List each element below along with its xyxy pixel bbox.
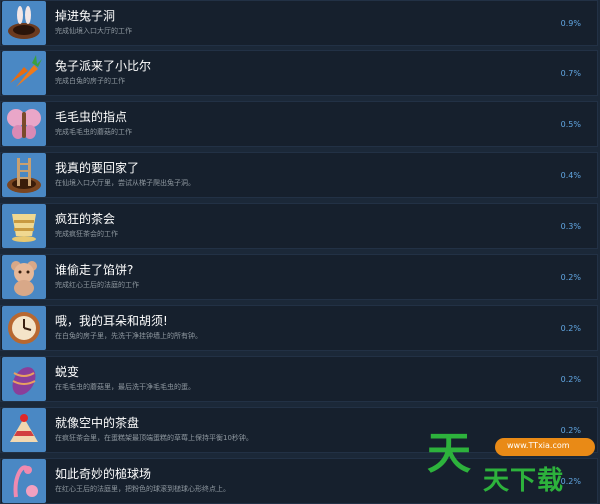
achievement-desc: 完成白兔的房子的工作 <box>55 77 125 85</box>
teacup-icon <box>2 204 46 248</box>
unlock-percent: 0.3% <box>560 221 581 231</box>
achievement-row[interactable]: 蜕变 在毛毛虫的蘑菇里，最后洗干净毛毛虫的蛋。 0.2% <box>0 356 598 402</box>
flamingo-icon <box>2 459 46 503</box>
cake-icon <box>2 408 46 452</box>
achievement-row[interactable]: 哦，我的耳朵和胡须! 在白兔的房子里，先洗干净挂钟墙上的所有钟。 0.2% <box>0 305 598 351</box>
unlock-percent: 0.9% <box>560 18 581 28</box>
butterfly-icon <box>2 102 46 146</box>
achievement-row[interactable]: 疯狂的茶会 完成疯狂茶会的工作 0.3% <box>0 203 598 249</box>
unlock-percent: 0.5% <box>560 119 581 129</box>
achievement-desc: 完成毛毛虫的蘑菇的工作 <box>55 128 132 136</box>
achievement-row[interactable]: 毛毛虫的指点 完成毛毛虫的蘑菇的工作 0.5% <box>0 101 598 147</box>
carrot-icon <box>2 51 46 95</box>
achievement-desc: 在白兔的房子里，先洗干净挂钟墙上的所有钟。 <box>55 332 202 340</box>
clock-icon <box>2 306 46 350</box>
achievement-title: 疯狂的茶会 <box>55 212 116 226</box>
watermark-logo-char: 天 <box>427 428 471 479</box>
unlock-percent: 0.2% <box>560 374 581 384</box>
achievement-title: 掉进兔子洞 <box>55 9 116 23</box>
achievement-title: 谁偷走了馅饼? <box>55 263 134 277</box>
achievement-desc: 完成仙境入口大厅的工作 <box>55 27 132 35</box>
teddy-icon <box>2 255 46 299</box>
achievement-desc: 在毛毛虫的蘑菇里，最后洗干净毛毛虫的蛋。 <box>55 383 195 391</box>
achievement-title: 兔子派来了小比尔 <box>55 59 152 73</box>
achievement-title: 蜕变 <box>55 365 80 379</box>
achievement-desc: 完成红心王后的法庭的工作 <box>55 281 139 289</box>
achievement-title: 哦，我的耳朵和胡须! <box>55 314 168 328</box>
achievement-title: 毛毛虫的指点 <box>55 110 128 124</box>
unlock-percent: 0.7% <box>560 68 581 78</box>
achievement-row[interactable]: 我真的要回家了 在仙境入口大厅里，尝试从梯子爬出兔子洞。 0.4% <box>0 152 598 198</box>
unlock-percent: 0.2% <box>560 323 581 333</box>
achievement-desc: 完成疯狂茶会的工作 <box>55 230 118 238</box>
achievement-row[interactable]: 兔子派来了小比尔 完成白兔的房子的工作 0.7% <box>0 50 598 96</box>
unlock-percent: 0.4% <box>560 170 581 180</box>
site-watermark: www.TTxia.com 天 天下载 <box>425 424 600 504</box>
achievement-title: 我真的要回家了 <box>55 161 140 175</box>
achievement-desc: 在仙境入口大厅里，尝试从梯子爬出兔子洞。 <box>55 179 195 187</box>
watermark-logo-text: 天下载 <box>483 466 565 496</box>
watermark-url: www.TTxia.com <box>507 441 570 450</box>
cocoon-icon <box>2 357 46 401</box>
achievement-row[interactable]: 谁偷走了馅饼? 完成红心王后的法庭的工作 0.2% <box>0 254 598 300</box>
achievement-row[interactable]: 掉进兔子洞 完成仙境入口大厅的工作 0.9% <box>0 0 598 46</box>
rabbit-hole-icon <box>2 1 46 45</box>
ladder-icon <box>2 153 46 197</box>
unlock-percent: 0.2% <box>560 272 581 282</box>
